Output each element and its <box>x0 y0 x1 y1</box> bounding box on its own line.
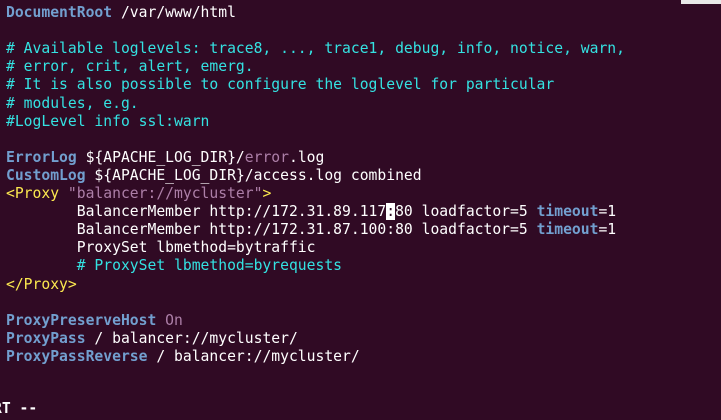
code-token: # Available loglevels: trace8, ..., trac… <box>6 40 625 58</box>
code-token: / balancer://mycluster/ <box>85 329 298 347</box>
code-token: # It is also possible to configure the l… <box>6 76 555 94</box>
editor-line: # error, crit, alert, emerg. <box>6 58 254 76</box>
code-token: # error, crit, alert, emerg. <box>6 58 254 76</box>
code-token: ErrorLog <box>6 148 77 166</box>
editor-line: </Proxy> <box>6 276 77 294</box>
editor-line: # modules, e.g. <box>6 95 139 113</box>
code-token: =1 <box>598 203 617 221</box>
code-token: ${APACHE_LOG_DIR}/access.log combined <box>85 166 422 184</box>
editor-line: BalancerMember http://172.31.87.100:80 l… <box>6 221 616 239</box>
text-cursor: : <box>386 203 396 221</box>
code-token: BalancerMember http://172.31.89.117 <box>6 203 387 221</box>
code-token: "balancer://mycluster" <box>59 185 263 202</box>
editor-line: ErrorLog ${APACHE_LOG_DIR}/error.log <box>6 149 324 167</box>
editor-status-line: RT -- <box>0 400 38 417</box>
code-token: ProxyPass <box>6 329 86 347</box>
code-token: On <box>165 311 183 329</box>
code-token: .log <box>288 148 325 166</box>
editor-line: ProxyPassReverse / balancer://mycluster/ <box>6 348 360 366</box>
terminal-window[interactable]: DocumentRoot /var/www/html # Available lo… <box>0 0 721 420</box>
editor-line: ProxySet lbmethod=bytraffic <box>6 239 316 257</box>
code-token: timeout <box>536 221 599 239</box>
code-token: ProxyPreserveHost <box>6 311 157 329</box>
editor-line: # ProxySet lbmethod=byrequests <box>6 257 342 275</box>
editor-line: # It is also possible to configure the l… <box>6 76 554 94</box>
code-token: timeout <box>536 203 599 221</box>
code-token: =1 <box>598 221 617 239</box>
code-token: DocumentRoot <box>6 4 113 21</box>
editor-line: BalancerMember http://172.31.89.117:80 l… <box>6 203 616 221</box>
code-token: ${APACHE_LOG_DIR}/ <box>76 148 245 166</box>
editor-line: ProxyPass / balancer://mycluster/ <box>6 330 298 348</box>
editor-line: CustomLog ${APACHE_LOG_DIR}/access.log c… <box>6 167 422 185</box>
code-token: # modules, e.g. <box>6 94 139 112</box>
code-token: error <box>244 148 289 166</box>
code-token: BalancerMember http://172.31.87.100:80 l… <box>6 221 537 239</box>
editor-line: <Proxy "balancer://mycluster"> <box>6 185 271 203</box>
code-token: > <box>262 185 272 202</box>
editor-line: # Available loglevels: trace8, ..., trac… <box>6 40 625 58</box>
editor-line: ProxyPreserveHost On <box>6 312 183 330</box>
code-token: /var/www/html <box>112 4 236 21</box>
code-token: CustomLog <box>6 166 86 184</box>
editor-line: DocumentRoot /var/www/html <box>6 4 236 22</box>
code-token: ProxyPassReverse <box>6 347 148 365</box>
window-edge-highlight <box>681 0 721 4</box>
code-token: 80 loadfactor=5 <box>395 203 537 221</box>
code-token: </Proxy> <box>6 275 77 293</box>
code-token: #LogLevel info ssl:warn <box>6 112 210 130</box>
code-token: / balancer://mycluster/ <box>147 347 360 365</box>
code-token: <Proxy <box>6 185 60 202</box>
code-token: # ProxySet lbmethod=byrequests <box>6 257 343 275</box>
code-token: ProxySet lbmethod=bytraffic <box>6 239 316 257</box>
editor-line: #LogLevel info ssl:warn <box>6 113 209 131</box>
